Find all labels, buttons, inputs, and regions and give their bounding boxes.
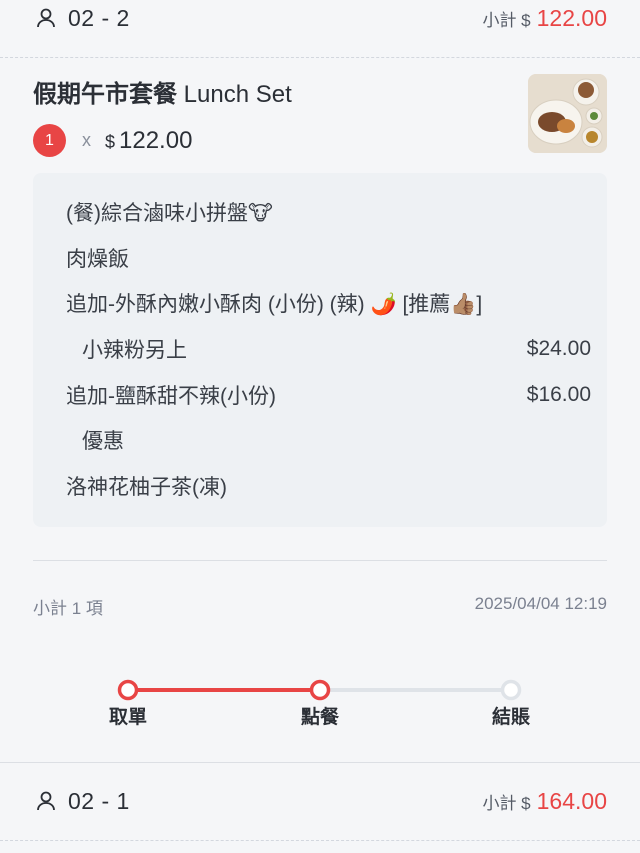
dashed-divider: [0, 57, 640, 58]
order-subtotal: 小計 $ 122.00: [482, 5, 607, 32]
step-dot-order: [309, 679, 331, 701]
option-line: 洛神花柚子茶(凍): [66, 471, 591, 501]
option-label: 優惠: [82, 430, 124, 453]
step-dot-checkout: [500, 679, 522, 701]
subtotal-label: 小計 $: [482, 793, 531, 813]
option-line: 小辣粉另上 $24.00: [82, 334, 591, 364]
dashed-divider: [0, 840, 640, 841]
option-label: 肉燥飯: [66, 248, 129, 271]
order-header-top[interactable]: 02 - 2 小計 $ 122.00: [0, 0, 640, 37]
option-line: 追加-鹽酥甜不辣(小份) $16.00: [66, 380, 591, 410]
option-price: $24.00: [526, 337, 591, 360]
table-info: 02 - 2: [34, 5, 130, 32]
step-dot-pickup: [117, 679, 139, 701]
subtotal-label: 小計 $: [482, 10, 531, 30]
step-label-pickup: 取單: [108, 707, 148, 728]
order-subtotal: 小計 $ 164.00: [482, 788, 607, 815]
item-count: 小計 1 項: [33, 599, 103, 618]
order-divider: [0, 762, 640, 763]
subtotal-amount: 122.00: [536, 4, 607, 31]
item-title-zh: 假期午市套餐: [33, 81, 177, 108]
food-photo[interactable]: [528, 74, 607, 153]
option-line: (餐)綜合滷味小拼盤🐮: [66, 197, 591, 227]
option-label: 追加-鹽酥甜不辣(小份): [66, 385, 276, 408]
unit-price: $122.00: [105, 127, 192, 155]
table-number: 02 - 1: [68, 787, 130, 814]
table-number: 02 - 2: [68, 4, 130, 31]
option-label: 小辣粉另上: [82, 339, 187, 362]
item-title-en: Lunch Set: [183, 81, 292, 108]
option-line: 優惠: [82, 425, 591, 455]
step-label-order: 點餐: [300, 707, 340, 728]
unit-price-value: 122.00: [119, 126, 193, 154]
item-title: 假期午市套餐 Lunch Set: [33, 74, 292, 109]
step-label-checkout: 結賬: [491, 707, 531, 728]
quantity-row: 1 x $122.00: [33, 124, 192, 157]
order-timestamp: 2025/04/04 12:19: [474, 594, 607, 613]
quantity-badge: 1: [33, 124, 66, 157]
order-header-bottom[interactable]: 02 - 1 小計 $ 164.00: [0, 782, 640, 820]
option-label: (餐)綜合滷味小拼盤🐮: [66, 202, 273, 225]
subtotal-amount: 164.00: [536, 787, 607, 814]
option-line: 追加-外酥內嫩小酥肉 (小份) (辣) 🌶️ [推薦👍🏽]: [66, 288, 591, 318]
option-price: $16.00: [526, 383, 591, 406]
section-divider: [33, 560, 607, 561]
option-label: 洛神花柚子茶(凍): [66, 476, 227, 499]
item-options-box: (餐)綜合滷味小拼盤🐮 肉燥飯 追加-外酥內嫩小酥肉 (小份) (辣) 🌶️ […: [33, 173, 607, 527]
table-info: 02 - 1: [34, 788, 130, 815]
option-label: 追加-外酥內嫩小酥肉 (小份) (辣) 🌶️ [推薦👍🏽]: [66, 293, 483, 316]
currency-symbol: $: [105, 131, 116, 152]
person-icon: [37, 8, 55, 28]
option-line: 肉燥飯: [66, 243, 591, 273]
times-sign: x: [82, 130, 91, 150]
person-icon: [37, 791, 55, 811]
